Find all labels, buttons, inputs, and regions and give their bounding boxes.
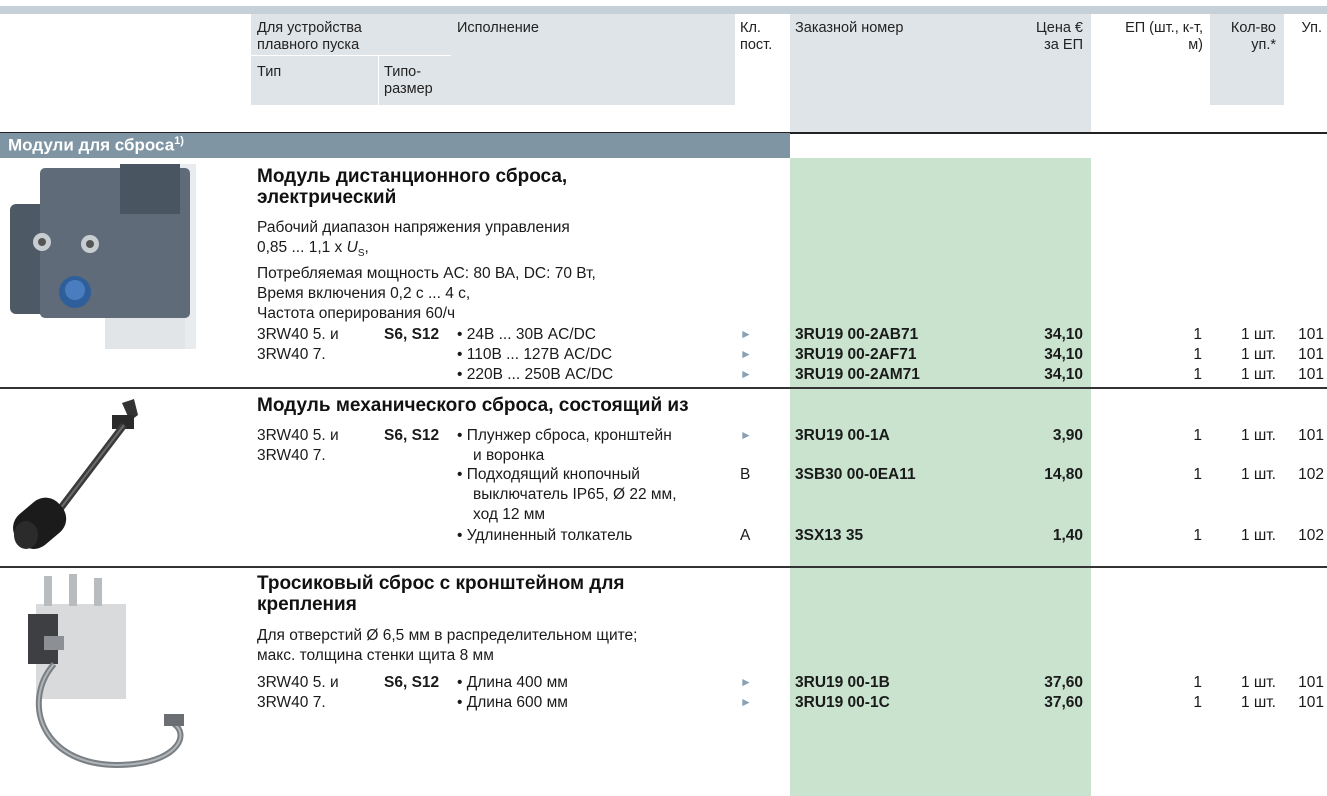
row-qty: 1 шт.: [1240, 346, 1276, 363]
header-class: Кл. пост.: [740, 20, 773, 53]
row-qty: 1 шт.: [1240, 527, 1276, 544]
row-version: • 110В ... 127В AC/DC: [457, 346, 613, 363]
block3-size: S6, S12: [384, 674, 440, 691]
header-pg: Уп.: [1301, 20, 1322, 36]
header-version: Исполнение: [457, 20, 539, 36]
header-price: Цена € за ЕП: [1036, 20, 1083, 53]
header-unit: ЕП (шт., к-т, м): [1125, 20, 1203, 53]
block1-description: Рабочий диапазон напряжения управления 0…: [257, 219, 596, 323]
row-class: ►: [740, 347, 752, 361]
row-class: ►: [740, 327, 752, 341]
header-divider-h: [251, 55, 451, 56]
block-divider: [0, 387, 1327, 389]
block1-type: 3RW40 5. и 3RW40 7.: [257, 326, 339, 363]
row-order-number: 3RU19 00-1B: [795, 674, 890, 691]
header-size: Типо-размер: [384, 64, 433, 97]
row-order-number: 3SX13 35: [795, 527, 864, 544]
row-unit: 1: [1193, 674, 1202, 691]
block2-title: Модуль механического сброса, состоящий и…: [257, 395, 689, 416]
row-price: 1,40: [1052, 527, 1083, 544]
row-class: A: [740, 527, 751, 544]
row-pg: 101: [1298, 346, 1324, 363]
row-price: 37,60: [1044, 694, 1083, 711]
row-version: • Длина 600 мм: [457, 694, 568, 711]
row-pg: 102: [1298, 527, 1324, 544]
row-qty: 1 шт.: [1240, 366, 1276, 383]
row-version: • Подходящий кнопочный выключатель IP65, …: [457, 466, 677, 523]
row-pg: 101: [1298, 674, 1324, 691]
section-title: Модули для сброса1): [8, 135, 184, 155]
row-version: • Длина 400 мм: [457, 674, 568, 691]
row-price: 14,80: [1044, 466, 1083, 483]
block3-type: 3RW40 5. и 3RW40 7.: [257, 674, 339, 711]
row-pg: 101: [1298, 427, 1324, 444]
row-order-number: 3SB30 00-0EA11: [795, 466, 916, 483]
remote-reset-module-photo: [10, 164, 196, 349]
row-qty: 1 шт.: [1240, 466, 1276, 483]
row-qty: 1 шт.: [1240, 427, 1276, 444]
row-price: 34,10: [1044, 346, 1083, 363]
row-class: ►: [740, 695, 752, 709]
row-price: 3,90: [1052, 427, 1083, 444]
row-pg: 102: [1298, 466, 1324, 483]
row-version: • 220В ... 250В AC/DC: [457, 366, 614, 383]
row-order-number: 3RU19 00-2AF71: [795, 346, 917, 363]
row-unit: 1: [1193, 694, 1202, 711]
row-class: ►: [740, 367, 752, 381]
block-divider: [0, 566, 1327, 568]
row-class: ►: [740, 428, 752, 442]
row-version: • 24В ... 30В AC/DC: [457, 326, 596, 343]
row-price: 34,10: [1044, 326, 1083, 343]
row-class: ►: [740, 675, 752, 689]
row-qty: 1 шт.: [1240, 326, 1276, 343]
row-version: • Плунжер сброса, кронштейн и воронка: [457, 427, 672, 464]
row-order-number: 3RU19 00-2AM71: [795, 366, 920, 383]
row-version: • Удлиненный толкатель: [457, 527, 633, 544]
header-divider: [378, 55, 379, 105]
row-order-number: 3RU19 00-1C: [795, 694, 890, 711]
mechanical-reset-plunger-photo: [13, 399, 138, 549]
row-class: B: [740, 466, 751, 483]
row-unit: 1: [1193, 527, 1202, 544]
row-unit: 1: [1193, 427, 1202, 444]
row-pg: 101: [1298, 366, 1324, 383]
row-pg: 101: [1298, 326, 1324, 343]
block1-title: Модуль дистанционного сброса, электрическ…: [257, 166, 568, 208]
row-qty: 1 шт.: [1240, 694, 1276, 711]
block2-size: S6, S12: [384, 427, 440, 444]
row-unit: 1: [1193, 346, 1202, 363]
row-price: 37,60: [1044, 674, 1083, 691]
block3-description: Для отверстий Ø 6,5 мм в распределительн…: [257, 627, 638, 664]
row-unit: 1: [1193, 466, 1202, 483]
row-price: 34,10: [1044, 366, 1083, 383]
header-order-number: Заказной номер: [795, 20, 904, 36]
block2-type: 3RW40 5. и 3RW40 7.: [257, 427, 339, 464]
row-order-number: 3RU19 00-1A: [795, 427, 890, 444]
row-pg: 101: [1298, 694, 1324, 711]
header-device: Для устройства плавного пуска: [257, 20, 362, 53]
block1-size: S6, S12: [384, 326, 440, 343]
header-type: Тип: [257, 64, 282, 80]
top-band: [0, 6, 1327, 14]
row-qty: 1 шт.: [1240, 674, 1276, 691]
row-unit: 1: [1193, 326, 1202, 343]
header-qty: Кол-во уп.*: [1230, 20, 1276, 53]
block3-title: Тросиковый сброс с кронштейном для крепле…: [257, 573, 625, 615]
cable-reset-photo: [28, 574, 184, 768]
row-unit: 1: [1193, 366, 1202, 383]
row-order-number: 3RU19 00-2AB71: [795, 326, 919, 343]
